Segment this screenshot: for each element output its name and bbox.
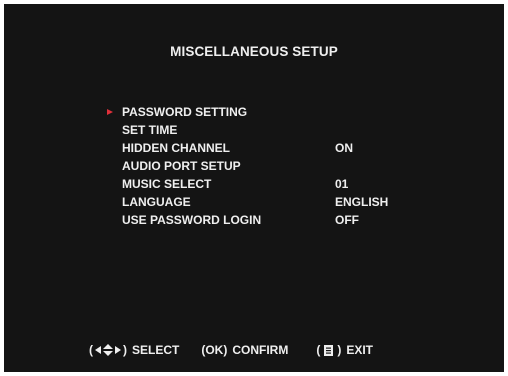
menu-item-use-password-login[interactable]: USE PASSWORD LOGIN OFF [122, 211, 359, 229]
menu-item-label: SET TIME [122, 123, 178, 137]
hint-paren-close: ) [123, 343, 127, 357]
hint-paren-open: ( [89, 343, 93, 357]
hint-confirm: (OK) CONFIRM [201, 343, 288, 357]
hint-paren-close: ) [337, 343, 342, 357]
menu-item-label: HIDDEN CHANNEL [122, 141, 230, 155]
menu-item-language[interactable]: LANGUAGE ENGLISH [122, 193, 388, 211]
selection-cursor-icon [107, 109, 113, 115]
ok-key-label: (OK) [201, 343, 228, 357]
menu-item-value: ON [335, 141, 353, 155]
menu-item-label: LANGUAGE [122, 195, 191, 209]
hint-confirm-label: CONFIRM [232, 343, 289, 357]
hint-paren-open: ( [316, 343, 321, 357]
menu-item-set-time[interactable]: SET TIME [122, 121, 332, 139]
hint-select-label: SELECT [132, 343, 180, 357]
menu-item-value: OFF [335, 213, 359, 227]
key-hints-bar: ( ) SELECT (OK) CONFIRM () EXIT [89, 343, 373, 357]
page-title: MISCELLANEOUS SETUP [170, 44, 338, 59]
menu-item-hidden-channel[interactable]: HIDDEN CHANNEL ON [122, 139, 353, 157]
menu-key-icon [324, 344, 334, 356]
hint-exit: ( ) EXIT [316, 343, 373, 357]
menu-item-value: 01 [335, 177, 349, 191]
menu-item-label: MUSIC SELECT [122, 177, 212, 191]
menu-item-password-setting[interactable]: PASSWORD SETTING [107, 103, 332, 121]
settings-menu: PASSWORD SETTING SET TIME HIDDEN CHANNEL… [107, 103, 388, 229]
menu-item-audio-port-setup[interactable]: AUDIO PORT SETUP [122, 157, 332, 175]
hint-exit-label: EXIT [346, 343, 374, 357]
menu-item-value: ENGLISH [335, 195, 389, 209]
menu-item-label: AUDIO PORT SETUP [122, 159, 241, 173]
menu-item-label: PASSWORD SETTING [122, 105, 248, 119]
four-way-arrows-icon [95, 344, 121, 356]
menu-item-label: USE PASSWORD LOGIN [122, 213, 262, 227]
menu-item-music-select[interactable]: MUSIC SELECT 01 [122, 175, 348, 193]
osd-screen: MISCELLANEOUS SETUP PASSWORD SETTING SET… [4, 4, 504, 372]
hint-select: ( ) SELECT [89, 343, 179, 357]
